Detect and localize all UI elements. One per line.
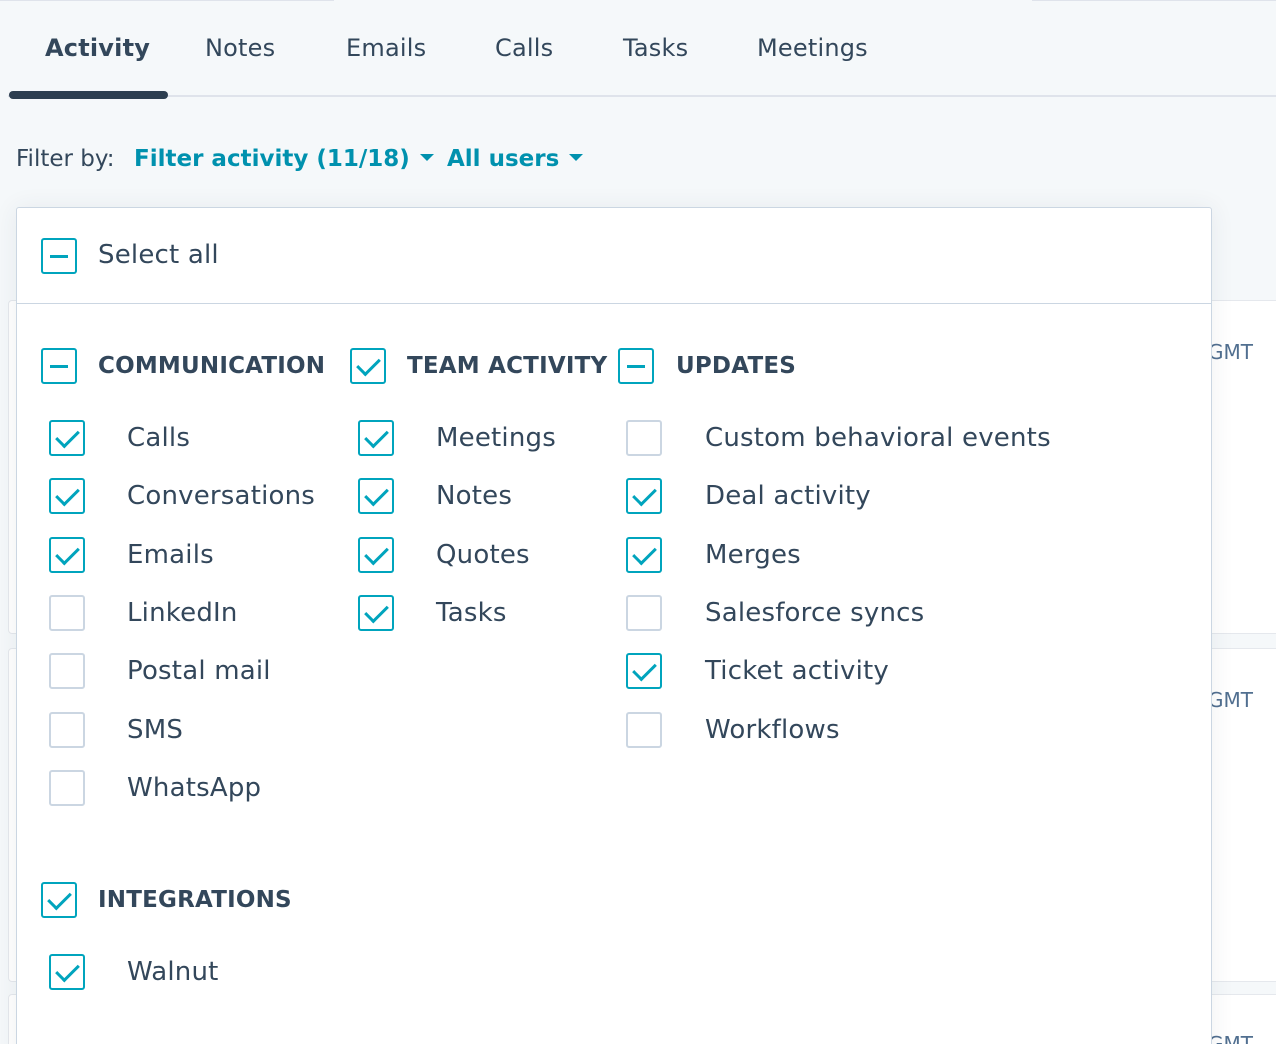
tab-emails[interactable]: Emails <box>346 34 426 62</box>
activity-tabs: Activity Notes Emails Calls Tasks Meetin… <box>0 0 1276 99</box>
filter-activity-dropdown[interactable]: Filter activity (11/18) <box>134 146 434 172</box>
communication-group-checkbox[interactable] <box>41 348 77 384</box>
timeline-timestamp: GMT <box>1208 1032 1253 1044</box>
walnut-label: Walnut <box>127 957 219 987</box>
workflows-label: Workflows <box>705 715 840 745</box>
activity-page: GMT GMT GMT Activity Notes Emails Calls … <box>0 0 1276 1044</box>
updates-group-checkbox[interactable] <box>618 348 654 384</box>
team-activity-group-title: TEAM ACTIVITY <box>407 353 608 379</box>
walnut-checkbox[interactable] <box>49 954 85 990</box>
postal-mail-label: Postal mail <box>127 656 271 686</box>
linkedin-checkbox[interactable] <box>49 595 85 631</box>
filter-by-label: Filter by: <box>16 146 115 172</box>
ticket-activity-checkbox[interactable] <box>626 653 662 689</box>
meetings-checkbox[interactable] <box>358 420 394 456</box>
whatsapp-label: WhatsApp <box>127 773 262 803</box>
ticket-activity-label: Ticket activity <box>705 656 890 686</box>
quotes-checkbox[interactable] <box>358 537 394 573</box>
tab-meetings[interactable]: Meetings <box>757 34 868 62</box>
emails-label: Emails <box>127 540 214 570</box>
conversations-label: Conversations <box>127 481 316 511</box>
sms-checkbox[interactable] <box>49 712 85 748</box>
panel-divider <box>17 303 1211 304</box>
merges-checkbox[interactable] <box>626 537 662 573</box>
active-tab-indicator <box>9 91 168 99</box>
notes-checkbox[interactable] <box>358 478 394 514</box>
tab-activity[interactable]: Activity <box>45 34 150 62</box>
tab-tasks[interactable]: Tasks <box>623 34 688 62</box>
whatsapp-checkbox[interactable] <box>49 770 85 806</box>
deal-activity-checkbox[interactable] <box>626 478 662 514</box>
conversations-checkbox[interactable] <box>49 478 85 514</box>
workflows-checkbox[interactable] <box>626 712 662 748</box>
linkedin-label: LinkedIn <box>127 598 238 628</box>
quotes-label: Quotes <box>436 540 530 570</box>
tab-notes[interactable]: Notes <box>205 34 275 62</box>
custom-behavioral-events-label: Custom behavioral events <box>705 423 1051 453</box>
integrations-group-title: INTEGRATIONS <box>98 887 292 913</box>
all-users-label: All users <box>447 146 560 172</box>
integrations-group-checkbox[interactable] <box>41 882 77 918</box>
caret-down-icon <box>419 154 434 161</box>
calls-label: Calls <box>127 423 191 453</box>
filter-activity-panel: Select all COMMUNICATION Calls Conversat… <box>16 207 1212 1044</box>
team-activity-group-checkbox[interactable] <box>350 348 386 384</box>
updates-group-title: UPDATES <box>676 353 797 379</box>
calls-checkbox[interactable] <box>49 420 85 456</box>
salesforce-syncs-checkbox[interactable] <box>626 595 662 631</box>
select-all-checkbox[interactable] <box>41 238 77 274</box>
postal-mail-checkbox[interactable] <box>49 653 85 689</box>
salesforce-syncs-label: Salesforce syncs <box>705 598 925 628</box>
filter-activity-label: Filter activity (11/18) <box>134 146 410 172</box>
all-users-dropdown[interactable]: All users <box>447 146 584 172</box>
merges-label: Merges <box>705 540 801 570</box>
deal-activity-label: Deal activity <box>705 481 871 511</box>
sms-label: SMS <box>127 715 184 745</box>
select-all-label: Select all <box>98 240 219 270</box>
custom-behavioral-events-checkbox[interactable] <box>626 420 662 456</box>
tabs-divider <box>8 95 1276 97</box>
communication-group-title: COMMUNICATION <box>98 353 326 379</box>
timeline-timestamp: GMT <box>1208 688 1253 712</box>
caret-down-icon <box>569 154 584 161</box>
tab-calls[interactable]: Calls <box>495 34 553 62</box>
meetings-label: Meetings <box>436 423 556 453</box>
tasks-checkbox[interactable] <box>358 595 394 631</box>
tasks-label: Tasks <box>436 598 507 628</box>
notes-label: Notes <box>436 481 513 511</box>
emails-checkbox[interactable] <box>49 537 85 573</box>
timeline-timestamp: GMT <box>1208 340 1253 364</box>
